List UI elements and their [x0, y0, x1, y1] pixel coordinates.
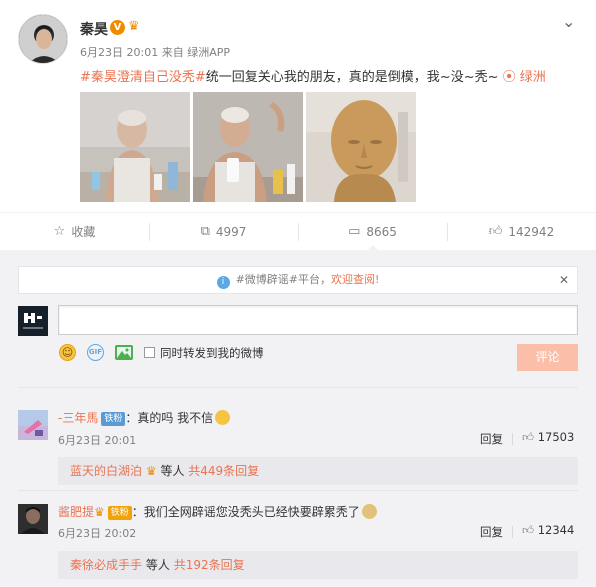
- comment-input[interactable]: [58, 305, 578, 335]
- reply-button[interactable]: 回复: [480, 524, 503, 540]
- comment-time: 6月23日 20:02: [58, 527, 137, 540]
- comment-like-count: 12344: [537, 523, 575, 537]
- fan-badge: 铁粉: [101, 412, 126, 426]
- like-count: 142942: [508, 224, 555, 239]
- thumbs-up-icon: 👍︎: [522, 430, 535, 444]
- repost-count: 4997: [215, 224, 247, 239]
- author-name[interactable]: 秦昊: [80, 19, 108, 39]
- sub-reply-author[interactable]: 蓝天的白湖泊: [70, 464, 142, 478]
- comment-icon: ▭: [348, 224, 361, 239]
- also-repost-checkbox[interactable]: [144, 347, 155, 358]
- comment-like-button[interactable]: 👍︎ 17503: [522, 430, 574, 445]
- separator: [512, 526, 513, 538]
- sub-replies-summary[interactable]: 蓝天的白湖泊 ♛ 等人 共449条回复: [58, 457, 578, 485]
- verified-icon: V: [110, 20, 125, 35]
- my-avatar[interactable]: [18, 306, 48, 336]
- author-avatar[interactable]: [18, 14, 68, 64]
- comment-1-body: -三年馬 铁粉 ：真的吗 我不信: [58, 409, 231, 426]
- submit-comment-button[interactable]: 评论: [517, 344, 578, 371]
- sub-reply-mid: 等人: [145, 558, 170, 572]
- fan-badge: 铁粉: [107, 506, 132, 520]
- comment-count: 8665: [366, 224, 397, 239]
- post-content: #秦昊澄清自己没秃#统一回复关心我的朋友，真的是倒模，我~没~秃~ ⦿ 绿洲: [80, 66, 546, 85]
- location-icon: ⦿: [502, 70, 516, 85]
- chevron-down-icon[interactable]: ⌄: [562, 12, 575, 31]
- post-action-bar: ☆ 收藏 ⧉ 4997 ▭ 8665 👍︎ 142942: [0, 212, 596, 251]
- like-button[interactable]: 👍︎ 142942: [447, 213, 596, 250]
- commenter-avatar[interactable]: [18, 410, 48, 440]
- favorite-button[interactable]: ☆ 收藏: [0, 213, 149, 250]
- star-icon: ☆: [53, 224, 66, 239]
- image-icon[interactable]: [115, 345, 133, 360]
- comment-button[interactable]: ▭ 8665: [298, 213, 447, 251]
- sub-reply-count[interactable]: 共192条回复: [174, 558, 245, 572]
- reply-button[interactable]: 回复: [480, 431, 503, 447]
- rumor-notice: i #微博辟谣#平台，欢迎查阅! ✕: [18, 266, 578, 294]
- thumbs-up-icon: 👍︎: [488, 224, 503, 239]
- post-date[interactable]: 6月23日 20:01: [80, 46, 158, 59]
- figure-emoji-icon: [361, 504, 377, 519]
- notice-text: #微博辟谣#平台，: [235, 273, 331, 286]
- gif-icon[interactable]: GIF: [87, 344, 104, 361]
- post-photo-2[interactable]: [193, 92, 303, 202]
- divider: [18, 387, 578, 388]
- close-icon[interactable]: ✕: [559, 267, 569, 293]
- location-link[interactable]: 绿洲: [520, 70, 546, 85]
- comment-text: ：真的吗 我不信: [125, 411, 214, 425]
- thumbs-up-icon: 👍︎: [522, 523, 535, 537]
- info-icon: i: [216, 276, 230, 289]
- sub-reply-author[interactable]: 秦徐必成手手: [70, 558, 142, 572]
- divider: [18, 490, 578, 491]
- post-meta: 6月23日 20:01 来自 绿洲APP: [80, 44, 230, 60]
- comment-like-count: 17503: [537, 430, 575, 444]
- comment-text: ：我们全网辟谣您没秃头已经快要辟累秃了: [131, 505, 360, 519]
- notice-link[interactable]: 欢迎查阅!: [331, 273, 379, 286]
- commenter-name[interactable]: 酱肥提: [58, 505, 94, 519]
- crown-icon: ♛: [94, 505, 105, 519]
- crown-icon: ♛: [145, 464, 157, 478]
- comment-like-button[interactable]: 👍︎ 12344: [522, 523, 574, 538]
- favorite-label: 收藏: [71, 225, 96, 239]
- crown-icon: ♛: [128, 19, 140, 34]
- post-photo-3[interactable]: [306, 92, 416, 202]
- post-photo-1[interactable]: [80, 92, 190, 202]
- also-repost-label: 同时转发到我的微博: [160, 346, 264, 360]
- crying-emoji-icon: [215, 410, 231, 425]
- commenter-name[interactable]: -三年馬: [58, 411, 98, 425]
- sub-reply-mid: 等人: [160, 464, 185, 478]
- sub-reply-count[interactable]: 共449条回复: [188, 464, 259, 478]
- commenter-avatar[interactable]: [18, 504, 48, 534]
- post-text: 统一回复关心我的朋友，真的是倒模，我~没~秃~: [205, 70, 499, 85]
- repost-icon: ⧉: [200, 224, 210, 239]
- comment-2-body: 酱肥提♛ 铁粉 ：我们全网辟谣您没秃头已经快要辟累秃了: [58, 503, 377, 520]
- separator: [512, 433, 513, 445]
- repost-button[interactable]: ⧉ 4997: [149, 213, 298, 250]
- hashtag-link[interactable]: #秦昊澄清自己没秃#: [80, 70, 206, 85]
- comment-time: 6月23日 20:01: [58, 434, 137, 447]
- emoji-icon[interactable]: ☺: [59, 344, 76, 361]
- sub-replies-summary[interactable]: 秦徐必成手手 等人 共192条回复: [58, 551, 578, 579]
- post-source: 来自 绿洲APP: [161, 46, 230, 59]
